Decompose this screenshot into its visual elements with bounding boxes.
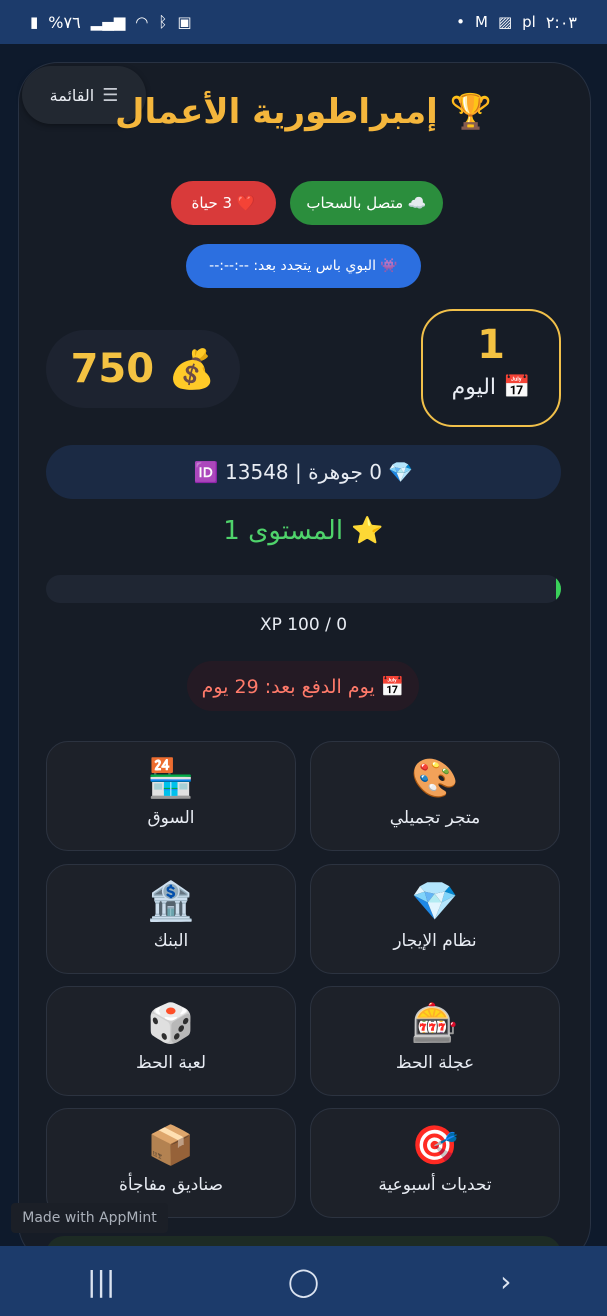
appmint-watermark[interactable]: Made with AppMint — [11, 1203, 168, 1233]
menu-card[interactable]: 🏦 البنك — [46, 864, 296, 974]
menu-card[interactable]: 🏪 السوق — [46, 741, 296, 851]
signal-icon: ▂▄▆ — [90, 13, 126, 31]
menu-card-icon: 💎 — [411, 879, 459, 923]
menu-card-icon: 🎲 — [147, 1001, 195, 1045]
menu-card-label: صناديق مفاجأة — [118, 1175, 224, 1195]
menu-card-label: متجر تجميلي — [389, 808, 481, 828]
menu-card[interactable]: 🎰 عجلة الحظ — [310, 986, 560, 1096]
home-button[interactable]: ◯ — [273, 1265, 333, 1298]
pl-icon: pl — [522, 13, 536, 31]
battle-pass-badge: 👾 البوي باس يتجدد بعد: --:--:-- — [186, 244, 421, 288]
menu-card[interactable]: 🎯 تحديات أسبوعية — [310, 1108, 560, 1218]
menu-card[interactable]: 💎 نظام الإيجار — [310, 864, 560, 974]
money-bag-icon: 💰 — [168, 346, 216, 391]
menu-card-icon: 🏦 — [147, 879, 195, 923]
xp-progress-bar — [46, 575, 561, 603]
menu-card-label: نظام الإيجار — [393, 931, 477, 951]
bluetooth-icon: ᛒ — [158, 13, 168, 31]
menu-card-label: البنك — [153, 931, 189, 951]
day-label: 📅 اليوم — [451, 375, 531, 400]
status-time: ٢:٠٣ — [545, 12, 577, 32]
gems-id-bar: 💎 0 جوهرة | 🆔 13548 — [46, 445, 561, 499]
menu-card-icon: 🎰 — [411, 1001, 459, 1045]
menu-card-label: لعبة الحظ — [135, 1053, 207, 1073]
money-value: 750 — [70, 346, 155, 392]
menu-card-icon: 📦 — [147, 1123, 195, 1167]
battery-percent: %٧٦ — [48, 12, 81, 32]
system-nav-bar: ||| ◯ › — [0, 1246, 607, 1316]
back-button[interactable]: › — [476, 1265, 536, 1298]
status-right-icons: • M ▨ pl ٢:٠٣ — [456, 13, 577, 32]
status-left-icons: ▮ %٧٦ ▂▄▆ ◠ ᛒ ▣ — [30, 13, 192, 32]
menu-card-icon: 🎯 — [411, 1123, 459, 1167]
menu-card-label: السوق — [147, 808, 195, 828]
gallery-icon: ▨ — [497, 13, 513, 31]
wifi-icon: ◠ — [135, 13, 149, 31]
day-counter: 1 📅 اليوم — [421, 309, 561, 427]
menu-card[interactable]: 🎲 لعبة الحظ — [46, 986, 296, 1096]
menu-card-icon: 🏪 — [147, 756, 195, 800]
xp-text: XP 100 / 0 — [259, 615, 348, 635]
dot-icon: • — [456, 13, 465, 31]
menu-card-label: تحديات أسبوعية — [378, 1175, 492, 1195]
recent-apps-button[interactable]: ||| — [71, 1265, 131, 1298]
gmail-icon: M — [474, 13, 488, 31]
menu-card-label: عجلة الحظ — [395, 1053, 475, 1073]
payday-countdown: 📅 يوم الدفع بعد: 29 يوم — [187, 661, 419, 711]
cloud-status-badge: ☁️ متصل بالسحاب — [290, 181, 443, 225]
menu-card-icon: 🎨 — [411, 756, 459, 800]
battery-icon: ▮ — [30, 13, 39, 31]
lives-badge: ❤️ 3 حياة — [171, 181, 276, 225]
money-display: 750 💰 — [46, 330, 240, 408]
menu-card[interactable]: 📦 صناديق مفاجأة — [46, 1108, 296, 1218]
level-label: ⭐ المستوى 1 — [223, 516, 384, 546]
app-title: 🏆 إمبراطورية الأعمال — [115, 92, 492, 132]
nfc-icon: ▣ — [177, 13, 192, 31]
menu-card[interactable]: 🎨 متجر تجميلي — [310, 741, 560, 851]
status-bar: ▮ %٧٦ ▂▄▆ ◠ ᛒ ▣ • M ▨ pl ٢:٠٣ — [0, 0, 607, 44]
day-number: 1 — [477, 322, 505, 368]
